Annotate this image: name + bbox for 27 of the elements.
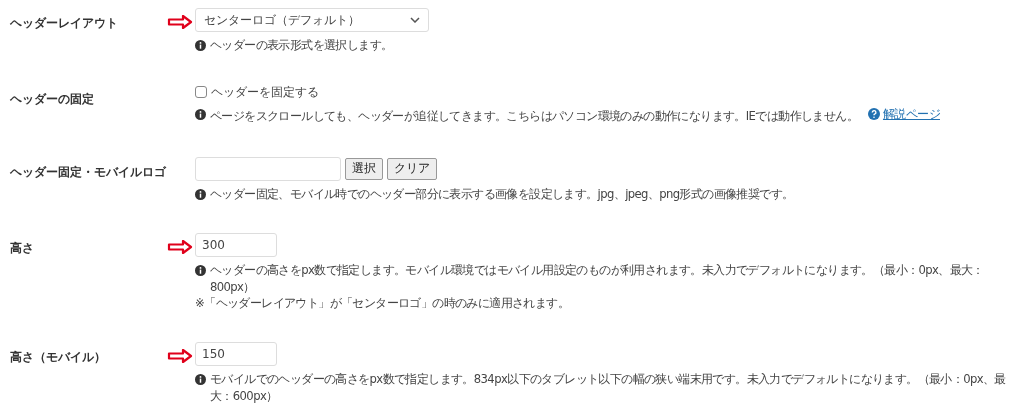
number-field[interactable]: 300 — [195, 232, 277, 257]
help-text: ヘッダー固定、モバイル時でのヘッダー部分に表示する画像を設定します。jpg、jpeg、png形式の画像推奨です。 — [210, 186, 794, 203]
help-text: ヘッダーの高さをpx数で指定します。モバイル環境ではモバイル用設定のものが利用されます。未入力でデフォルトになります。（最小：0px、最大：800px） — [210, 261, 985, 296]
info-icon — [195, 264, 206, 276]
note-text: ※「ヘッダーレイアウト」が「センターロゴ」の時のみに適用されます。 — [195, 295, 570, 313]
info-icon — [195, 189, 206, 200]
help-icon — [867, 108, 880, 121]
field-label: ヘッダーの固定 — [10, 90, 95, 108]
caret-icon — [410, 17, 420, 23]
field-label: ヘッダーレイアウト — [10, 15, 119, 32]
info-icon — [195, 374, 206, 386]
help-text: ページをスクロールしても、ヘッダーが追従してきます。こちらはパソコン環境のみの動作になります。IEでは動作しません。 解説ページ — [210, 105, 940, 125]
checkbox-label[interactable]: ヘッダーを固定する — [195, 83, 319, 101]
image-button[interactable]: 選択 — [345, 158, 383, 180]
help-text: ヘッダーの表示形式を選択します。 — [210, 37, 393, 54]
info-icon — [195, 108, 206, 120]
field-label: ヘッダー固定・モバイルロゴ — [10, 164, 167, 181]
info-icon — [195, 40, 206, 51]
number-field[interactable]: 150 — [195, 342, 277, 367]
help-page-link[interactable]: 解説ページ — [867, 105, 940, 123]
checkbox[interactable] — [195, 86, 207, 99]
image-url-field[interactable] — [195, 157, 341, 181]
field-label: 高さ（モバイル） — [10, 349, 107, 367]
layout-select[interactable]: センターロゴ（デフォルト） — [195, 8, 429, 32]
field-label: 高さ — [10, 239, 35, 257]
image-button[interactable]: クリア — [387, 158, 437, 180]
help-text: モバイルでのヘッダーの高さをpx数で指定します。834px以下のタブレット以下の幅の狭い端末用です。未入力でデフォルトになります。（最小：0px、最大：600px） — [210, 371, 1007, 405]
